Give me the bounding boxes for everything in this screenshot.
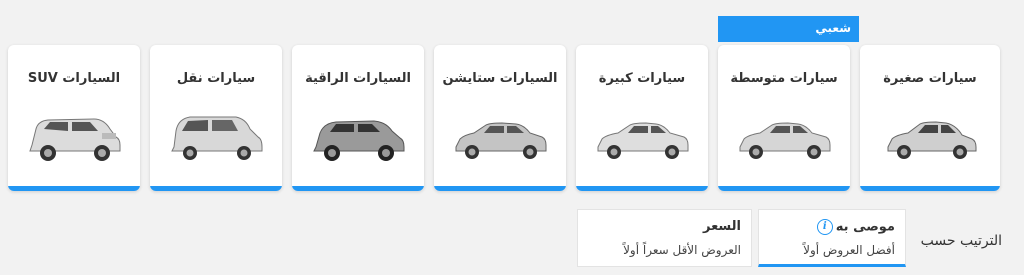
premium-suv-icon [313,120,405,161]
sort-option-title: السعر [703,219,741,234]
card-accent-bar [150,186,282,191]
card-accent-bar [576,186,708,191]
category-label: سيارات نقل [176,71,256,86]
sort-option-subtitle: العروض الأقل سعراً أولاً [623,243,741,257]
category-card-medium[interactable]: سيارات متوسطة [718,45,850,191]
car-category-page: شعبي السيارات SUV سيارات نقل السيارات ال… [0,0,1024,275]
van-icon [171,116,263,160]
category-label: السيارات ستايشن [442,71,558,86]
category-label: سيارات كبيرة [598,71,686,86]
category-label: سيارات متوسطة [730,71,838,86]
category-card-suv[interactable]: السيارات SUV [8,45,140,191]
category-list: السيارات SUV سيارات نقل السيارات الراقية… [8,45,1010,191]
station-wagon-icon [455,122,547,159]
card-accent-bar [434,186,566,191]
card-accent-bar [860,186,1000,191]
category-label: سيارات صغيرة [883,71,977,86]
sort-option-subtitle: أفضل العروض أولاً [803,243,895,257]
category-card-premium[interactable]: السيارات الراقية [292,45,424,191]
small-car-icon [887,121,977,159]
info-icon[interactable]: i [816,219,833,235]
card-accent-bar [8,186,140,191]
sort-by-label: الترتيب حسب [920,233,1002,249]
card-accent-bar [718,186,850,191]
large-car-icon [597,122,689,159]
sort-option-price[interactable]: السعر العروض الأقل سعراً أولاً [577,209,752,267]
category-card-large[interactable]: سيارات كبيرة [576,45,708,191]
category-card-van[interactable]: سيارات نقل [150,45,282,191]
popular-badge: شعبي [718,16,859,42]
category-label: السيارات SUV [27,71,121,86]
category-card-station-wagon[interactable]: السيارات ستايشن [434,45,566,191]
category-label: السيارات الراقية [305,71,411,86]
sort-option-recommended[interactable]: موصى بهi أفضل العروض أولاً [758,209,906,267]
card-accent-bar [292,186,424,191]
medium-car-icon [739,122,831,159]
category-card-small[interactable]: سيارات صغيرة [860,45,1000,191]
sort-option-title: موصى بهi [816,219,895,235]
suv-icon [29,118,121,161]
